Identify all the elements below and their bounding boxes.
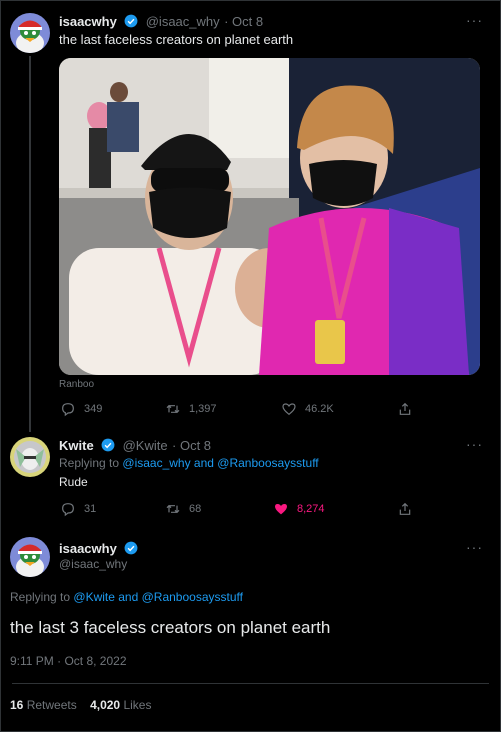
reply-button[interactable]: 349 xyxy=(60,401,102,417)
more-icon[interactable]: ··· xyxy=(466,12,483,28)
retweet-count: 1,397 xyxy=(189,403,217,415)
retweet-icon xyxy=(166,404,180,414)
like-count: 8,274 xyxy=(297,503,325,515)
like-count: 46.2K xyxy=(305,403,334,415)
retweet-icon xyxy=(166,504,180,514)
likes-stat[interactable]: 4,020 Likes xyxy=(90,698,151,712)
reply-button[interactable]: 31 xyxy=(60,501,96,517)
replying-users-link[interactable]: @isaac_why and @Ranboosaysstuff xyxy=(122,456,318,470)
likes-count: 4,020 xyxy=(90,698,121,712)
reply-icon xyxy=(62,503,74,517)
share-icon xyxy=(399,502,411,515)
more-icon[interactable]: ··· xyxy=(466,436,483,452)
verified-badge-icon xyxy=(124,541,138,555)
avatar-isaacwhy[interactable] xyxy=(10,13,50,53)
tweet-text: the last faceless creators on planet ear… xyxy=(59,32,294,47)
like-icon xyxy=(282,403,296,416)
share-icon xyxy=(399,402,411,415)
tweet-header: isaacwhy xyxy=(59,540,141,558)
tweet-text: Rude xyxy=(59,475,88,489)
like-button[interactable]: 46.2K xyxy=(281,401,334,417)
retweet-button[interactable]: 1,397 xyxy=(165,401,217,417)
engagement-stats: 16 Retweets 4,020 Likes xyxy=(10,698,151,712)
tweet-header: Kwite @Kwite · Oct 8 xyxy=(59,437,211,455)
thread-line xyxy=(29,56,31,432)
verified-badge-icon xyxy=(101,438,115,452)
retweets-stat[interactable]: 16 Retweets xyxy=(10,698,80,712)
tweet-timestamp[interactable]: 9:11 PM · Oct 8, 2022 xyxy=(10,654,127,668)
retweet-count: 68 xyxy=(189,503,202,515)
handle[interactable]: @Kwite xyxy=(123,438,168,453)
tweet-photo[interactable] xyxy=(59,58,480,375)
like-button[interactable]: 8,274 xyxy=(273,501,325,517)
likes-label: Likes xyxy=(123,698,152,712)
tweet-date[interactable]: · Oct 8 xyxy=(172,438,211,453)
retweet-button[interactable]: 68 xyxy=(165,501,201,517)
handle[interactable]: @isaac_why xyxy=(59,557,127,571)
more-icon[interactable]: ··· xyxy=(466,539,483,555)
display-name[interactable]: isaacwhy xyxy=(59,541,117,556)
avatar-isaacwhy[interactable] xyxy=(10,537,50,577)
photo-tag[interactable]: Ranboo xyxy=(59,379,94,390)
avatar-kwite[interactable] xyxy=(10,437,50,477)
replying-to: Replying to @isaac_why and @Ranboosaysst… xyxy=(59,456,319,470)
share-button[interactable] xyxy=(397,401,413,417)
display-name[interactable]: Kwite xyxy=(59,438,94,453)
reply-count: 31 xyxy=(84,503,97,515)
divider xyxy=(12,683,489,684)
replying-to: Replying to @Kwite and @Ranboosaysstuff xyxy=(10,590,243,604)
tweet-date[interactable]: · Oct 8 xyxy=(224,14,263,29)
display-name[interactable]: isaacwhy xyxy=(59,14,117,29)
retweets-count: 16 xyxy=(10,698,24,712)
like-icon xyxy=(275,504,287,515)
verified-badge-icon xyxy=(124,14,138,28)
reply-count: 349 xyxy=(84,403,103,415)
replying-prefix: Replying to xyxy=(59,456,120,470)
replying-prefix: Replying to xyxy=(10,590,71,604)
reply-icon xyxy=(62,403,74,417)
handle[interactable]: @isaac_why xyxy=(146,14,220,29)
tweet-header: isaacwhy @isaac_why · Oct 8 xyxy=(59,13,263,31)
share-button[interactable] xyxy=(397,501,413,517)
tweet-text: the last 3 faceless creators on planet e… xyxy=(10,618,331,637)
replying-users-link[interactable]: @Kwite and @Ranboosaysstuff xyxy=(73,590,243,604)
retweets-label: Retweets xyxy=(26,698,77,712)
